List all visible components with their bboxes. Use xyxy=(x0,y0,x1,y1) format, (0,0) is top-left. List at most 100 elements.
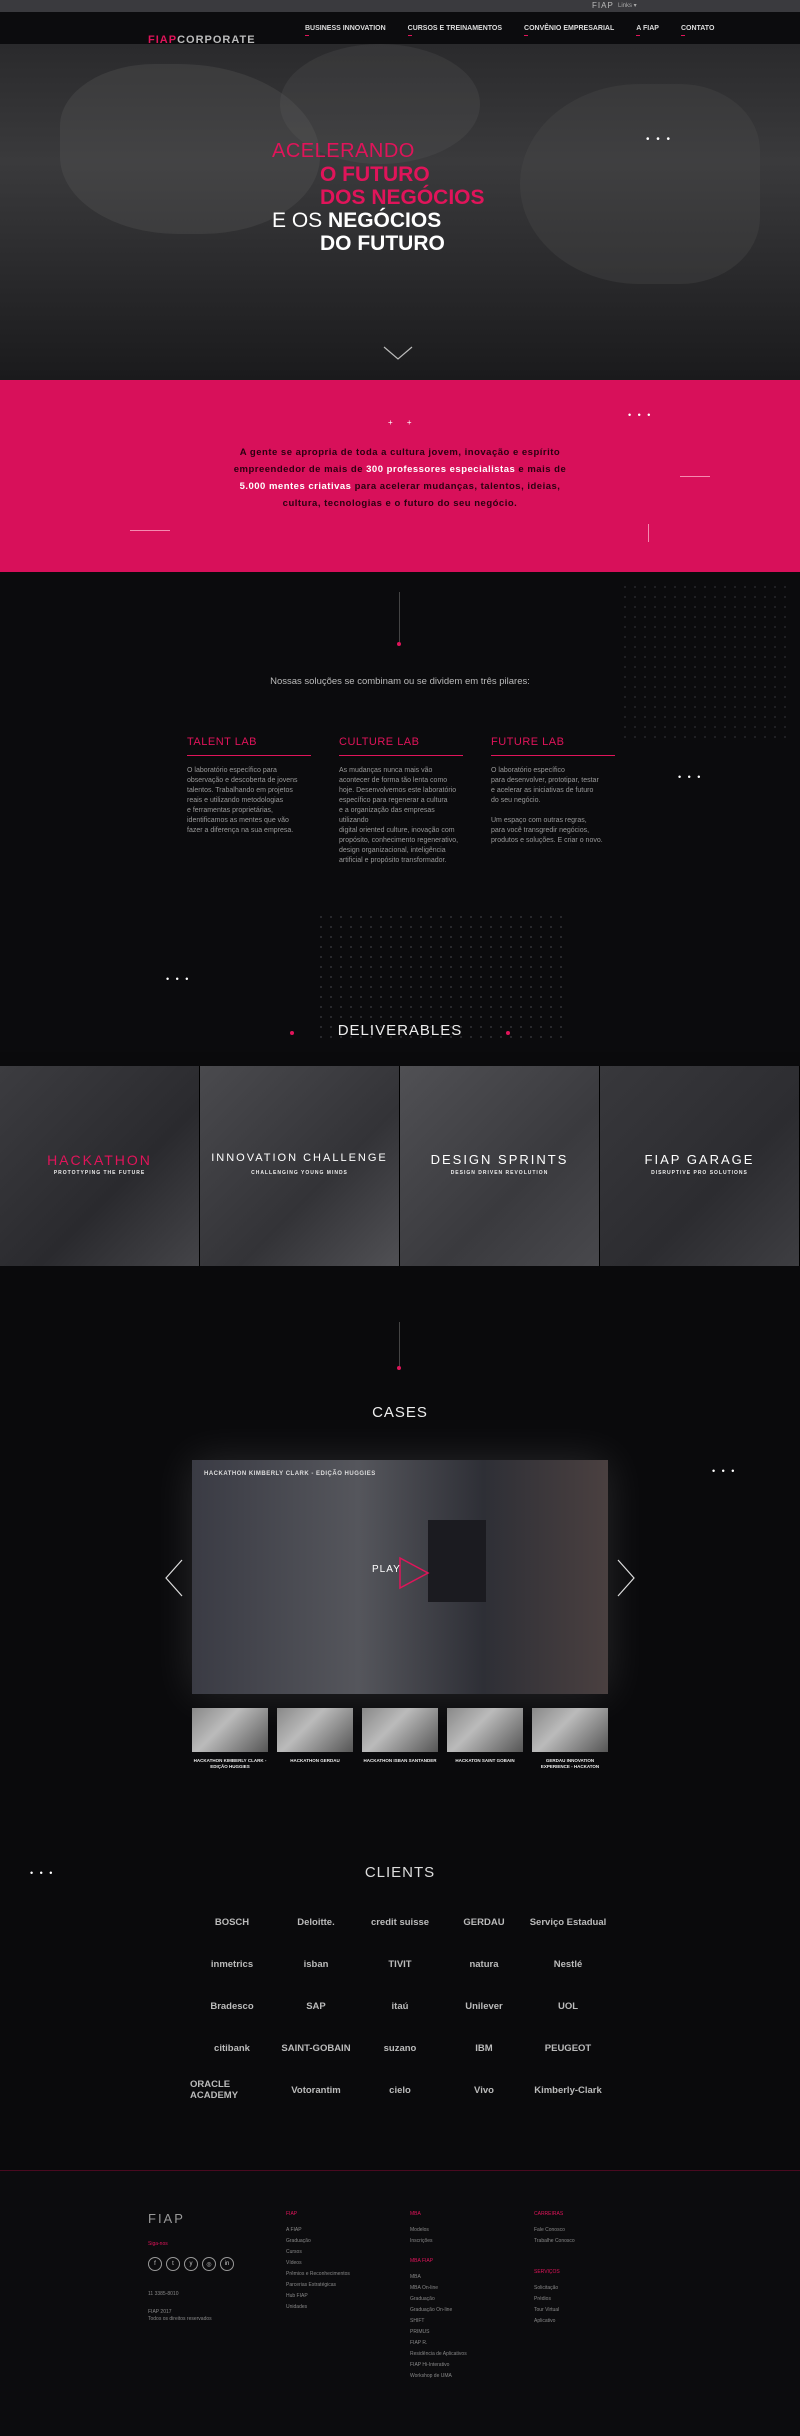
deliverable-card-design-sprints[interactable]: DESIGN SPRINTS DESIGN DRIVEN REVOLUTION xyxy=(400,1066,600,1266)
footer-phone: 11 3385-8010 xyxy=(148,2291,179,2297)
deliverable-card-innovation-challenge[interactable]: INNOVATION CHALLENGE CHALLENGING YOUNG M… xyxy=(200,1066,400,1266)
hero-line-5: DO FUTURO xyxy=(320,232,445,255)
instagram-icon[interactable]: ◎ xyxy=(202,2257,216,2271)
clients-title: CLIENTS xyxy=(364,1864,436,1881)
decorative-line xyxy=(648,524,649,542)
pillar-talent-lab: TALENT LAB O laboratório específico para… xyxy=(187,736,311,836)
footer-link[interactable]: Prédios xyxy=(534,2294,575,2305)
deliverable-card-hackathon[interactable]: HACKATHON PROTOTYPING THE FUTURE xyxy=(0,1066,200,1266)
client-logo-isban: isban xyxy=(303,1958,329,1970)
client-logo-natura: natura xyxy=(469,1958,499,1970)
footer-link[interactable]: FIAP R. xyxy=(410,2338,467,2349)
deliverable-title: INNOVATION CHALLENGE xyxy=(211,1152,388,1164)
case-video-player[interactable]: HACKATHON KIMBERLY CLARK - EDIÇÃO HUGGIE… xyxy=(192,1460,608,1694)
manifesto-highlight-1: 300 professores especialistas xyxy=(366,464,516,475)
footer: FIAP Siga-nos f t y ◎ in 11 3385-8010 FI… xyxy=(0,2170,800,2436)
deliverable-card-fiap-garage[interactable]: FIAP GARAGE DISRUPTIVE PRO SOLUTIONS xyxy=(600,1066,800,1266)
nav-item-convenio-empresarial[interactable]: CONVÊNIO EMPRESARIAL xyxy=(524,25,614,36)
hero-line-3: DOS NEGÓCIOS xyxy=(320,186,485,209)
footer-link[interactable]: MBA xyxy=(410,2272,467,2283)
decorative-dots: • • • xyxy=(646,134,673,145)
nav-item-contato[interactable]: CONTATO xyxy=(680,25,714,36)
footer-column-mba: MBA Modelos Inscrições MBA FIAP MBA MBA … xyxy=(410,2211,467,2382)
carousel-next-arrow-icon[interactable] xyxy=(616,1558,636,1598)
footer-link[interactable]: Aplicativo xyxy=(534,2316,575,2327)
footer-link[interactable]: Graduação On-line xyxy=(410,2305,467,2316)
footer-link[interactable]: Modelos xyxy=(410,2225,467,2236)
play-icon[interactable] xyxy=(398,1556,430,1590)
manifesto-text: A gente se apropria de toda a cultura jo… xyxy=(220,444,580,512)
deliverable-title: DESIGN SPRINTS xyxy=(430,1152,569,1167)
youtube-icon[interactable]: y xyxy=(184,2257,198,2271)
footer-column-title: CARREIRAS xyxy=(534,2211,564,2217)
client-logo-bradesco: Bradesco xyxy=(210,2000,254,2012)
client-logo-sap: SAP xyxy=(306,2000,326,2012)
client-logo-peugeot: PEUGEOT xyxy=(544,2042,592,2054)
footer-logo[interactable]: FIAP xyxy=(148,2211,185,2226)
footer-column-carreiras: CARREIRAS Fale Conosco Trabalhe Conosco … xyxy=(534,2211,575,2327)
decorative-dot xyxy=(397,642,401,646)
footer-copyright: FIAP 2017 Todos os direitos reservados xyxy=(148,2309,212,2323)
footer-link[interactable]: Cursos xyxy=(286,2247,350,2258)
facebook-icon[interactable]: f xyxy=(148,2257,162,2271)
play-label[interactable]: PLAY xyxy=(372,1564,401,1575)
footer-link[interactable]: Residência de Aplicativos xyxy=(410,2349,467,2360)
footer-link[interactable]: Solicitação xyxy=(534,2283,575,2294)
case-thumbnail[interactable]: GERDAU INNOVATION EXPERIENCE - HACKATON xyxy=(532,1708,608,1770)
footer-link[interactable]: Prêmios e Reconhecimentos xyxy=(286,2269,350,2280)
footer-link[interactable]: Unidades xyxy=(286,2302,350,2313)
footer-link[interactable]: Workshop de UMA xyxy=(410,2371,467,2382)
client-logo-inmetrics: inmetrics xyxy=(210,1958,254,1970)
client-logo-nestle: Nestlé xyxy=(553,1958,583,1970)
nav-item-business-innovation[interactable]: BUSINESS INNOVATION xyxy=(305,25,386,36)
cases-title: CASES xyxy=(372,1404,428,1421)
footer-link[interactable]: Vídeos xyxy=(286,2258,350,2269)
social-links: f t y ◎ in xyxy=(148,2257,234,2271)
footer-link[interactable]: Parcerias Estratégicas xyxy=(286,2280,350,2291)
footer-link[interactable]: FIAP Hi-Interativo xyxy=(410,2360,467,2371)
footer-link[interactable]: SHIFT xyxy=(410,2316,467,2327)
footer-link[interactable]: Hub FIAP xyxy=(286,2291,350,2302)
client-logo-kimberly-clark: Kimberly-Clark xyxy=(534,2084,602,2096)
client-logo-gerdau: GERDAU xyxy=(463,1916,505,1928)
linkedin-icon[interactable]: in xyxy=(220,2257,234,2271)
scroll-down-chevron-icon[interactable] xyxy=(383,346,413,360)
thumbnail-label: GERDAU INNOVATION EXPERIENCE - HACKATON xyxy=(540,1758,600,1769)
footer-link[interactable]: Inscrições xyxy=(410,2236,467,2247)
footer-link[interactable]: Graduação xyxy=(286,2236,350,2247)
video-scene-board xyxy=(428,1520,486,1602)
footer-link[interactable]: MBA On-line xyxy=(410,2283,467,2294)
top-bar-logo[interactable]: FIAP xyxy=(592,1,614,10)
copyright-line-1: FIAP 2017 xyxy=(148,2309,172,2315)
footer-link[interactable]: PRIMUS xyxy=(410,2327,467,2338)
thumbnail-image xyxy=(447,1708,523,1752)
twitter-icon[interactable]: t xyxy=(166,2257,180,2271)
deliverables-title: DELIVERABLES xyxy=(337,1022,463,1039)
thumbnail-image xyxy=(532,1708,608,1752)
nav-item-a-fiap[interactable]: A FIAP xyxy=(636,25,659,36)
decorative-line xyxy=(680,476,710,477)
client-logo-ibm: IBM xyxy=(475,2042,493,2054)
footer-link[interactable]: Fale Conosco xyxy=(534,2225,575,2236)
thumbnail-label: HACKATHON GERDAU xyxy=(290,1758,340,1763)
pillars-intro: Nossas soluções se combinam ou se divide… xyxy=(270,676,530,687)
manifesto-section: + + • • • A gente se apropria de toda a … xyxy=(0,380,800,572)
case-thumbnail[interactable]: HACKATHON KIMBERLY CLARK - EDIÇÃO HUGGIE… xyxy=(192,1708,268,1770)
footer-link[interactable]: A FIAP xyxy=(286,2225,350,2236)
case-thumbnail[interactable]: HACKATHON ISBAN SANTANDER xyxy=(362,1708,438,1770)
links-dropdown[interactable]: Links ▾ xyxy=(618,2,637,9)
hero-line-1: ACELERANDO xyxy=(272,140,415,162)
nav-menu: BUSINESS INNOVATION CURSOS E TREINAMENTO… xyxy=(305,25,714,36)
footer-link[interactable]: Tour Virtual xyxy=(534,2305,575,2316)
carousel-prev-arrow-icon[interactable] xyxy=(164,1558,184,1598)
footer-link[interactable]: Trabalhe Conosco xyxy=(534,2236,575,2247)
thumbnail-image xyxy=(362,1708,438,1752)
main-nav: FIAP CORPORATE BUSINESS INNOVATION CURSOS… xyxy=(0,12,800,46)
case-thumbnail[interactable]: HACKATHON GERDAU xyxy=(277,1708,353,1770)
client-logo-deloitte: Deloitte. xyxy=(297,1916,335,1928)
footer-link[interactable]: Graduação xyxy=(410,2294,467,2305)
decorative-line xyxy=(130,530,170,531)
client-logo-credit-suisse: credit suisse xyxy=(370,1916,430,1928)
nav-item-cursos-treinamentos[interactable]: CURSOS E TREINAMENTOS xyxy=(407,25,502,36)
case-thumbnail[interactable]: HACKATON SAINT GOBAIN xyxy=(447,1708,523,1770)
